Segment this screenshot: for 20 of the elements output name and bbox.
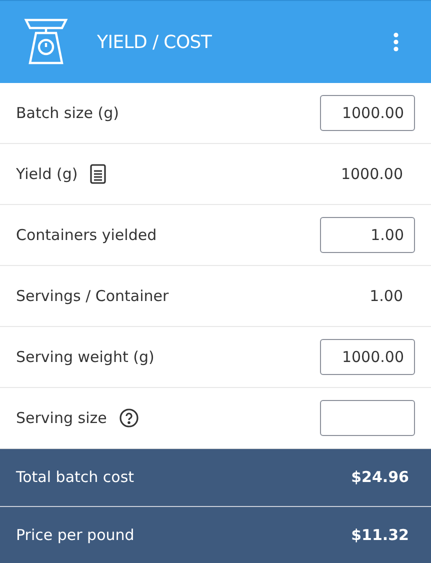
- input-field[interactable]: 1000.00: [320, 95, 415, 131]
- total-label: Total batch cost: [16, 468, 136, 486]
- document-icon[interactable]: [90, 164, 106, 184]
- field-label: Serving weight (g): [16, 348, 154, 366]
- field-label: Serving size: [16, 409, 107, 427]
- help-icon[interactable]: [118, 408, 139, 428]
- field-label: Containers yielded: [16, 226, 157, 244]
- field-label: Yield (g): [16, 165, 78, 183]
- more-icon: [393, 32, 399, 52]
- total-value: $24.96: [351, 468, 410, 486]
- total-label: Price per pound: [16, 526, 136, 544]
- field-label: Servings / Container: [16, 287, 169, 305]
- input-field[interactable]: 1000.00: [320, 339, 415, 375]
- field-value: 1000.00: [340, 165, 404, 183]
- field-value: 1.00: [368, 287, 404, 305]
- page-title: YIELD / COST: [97, 32, 213, 52]
- input-field[interactable]: 1.00: [320, 217, 415, 253]
- field-label: Batch size (g): [16, 104, 119, 122]
- total-value: $11.32: [351, 526, 410, 544]
- input-field[interactable]: [320, 400, 415, 436]
